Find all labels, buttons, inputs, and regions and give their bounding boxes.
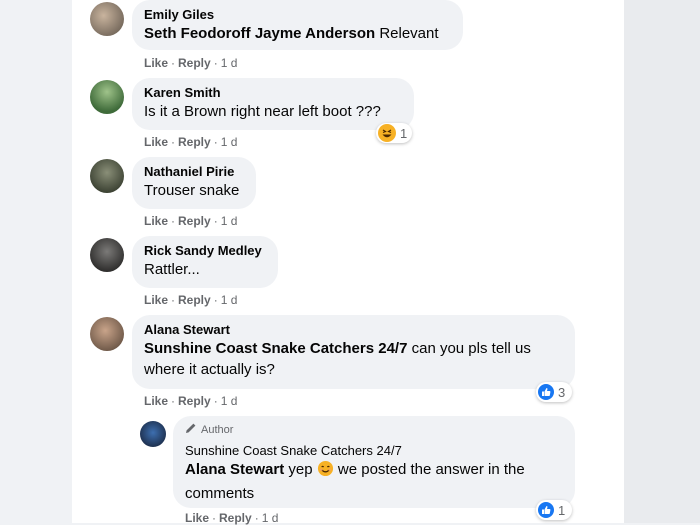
mention-link[interactable]: Sunshine Coast Snake Catchers 24/7 (144, 340, 407, 357)
comment-text: Rattler... (144, 261, 200, 278)
comment-bubble: Rick Sandy Medley Rattler... (132, 236, 278, 288)
comment-actions: Like · Reply · 1 d (144, 293, 238, 307)
reply-text-after: we posted the answer in the (333, 461, 525, 478)
author-label: Author (201, 424, 234, 436)
smiling-emoji-icon (317, 460, 334, 483)
avatar[interactable] (90, 2, 124, 36)
commenter-name[interactable]: Sunshine Coast Snake Catchers 24/7 (185, 442, 563, 459)
reaction-count: 1 (400, 125, 408, 141)
avatar[interactable] (90, 159, 124, 193)
reply-button[interactable]: Reply (178, 56, 211, 70)
avatar[interactable] (140, 421, 166, 447)
commenter-name[interactable]: Nathaniel Pirie (144, 163, 244, 180)
reaction-badge[interactable]: 3 (536, 382, 572, 402)
pencil-icon (185, 422, 197, 438)
comment-text: can you pls tell us (407, 340, 531, 357)
comment-actions: Like · Reply · 1 d (144, 214, 238, 228)
like-button[interactable]: Like (144, 56, 168, 70)
reaction-badge[interactable]: 1 (376, 123, 412, 143)
like-button[interactable]: Like (144, 394, 168, 408)
avatar[interactable] (90, 80, 124, 114)
right-gutter (624, 0, 700, 523)
reaction-count: 3 (558, 384, 566, 400)
comment-actions: Like · Reply · 1 d (144, 56, 238, 70)
comment-bubble: Karen Smith Is it a Brown right near lef… (132, 78, 414, 130)
reply-text-line2: comments (185, 485, 255, 502)
mention-link[interactable]: Alana Stewart (185, 461, 284, 478)
comment-bubble: Emily Giles Seth Feodoroff Jayme Anderso… (132, 0, 463, 50)
like-reaction-icon (538, 502, 554, 518)
comment-text: Relevant (375, 25, 439, 42)
reply-text: yep (284, 461, 317, 478)
like-button[interactable]: Like (144, 214, 168, 228)
avatar[interactable] (90, 317, 124, 351)
comment-actions: Like · Reply · 1 d (144, 394, 238, 408)
reply-button[interactable]: Reply (178, 214, 211, 228)
avatar[interactable] (90, 238, 124, 272)
commenter-name[interactable]: Emily Giles (144, 6, 451, 23)
commenter-name[interactable]: Alana Stewart (144, 321, 563, 338)
reply-button[interactable]: Reply (178, 293, 211, 307)
comment-text: Is it a Brown right near left boot ??? (144, 103, 381, 120)
comment-text: Trouser snake (144, 182, 240, 199)
comment-text-line2: where it actually is? (144, 361, 275, 378)
reaction-badge[interactable]: 1 (536, 500, 572, 520)
comment-actions: Like · Reply · 1 d (144, 135, 238, 149)
like-reaction-icon (538, 384, 554, 400)
timestamp[interactable]: 1 d (221, 394, 238, 408)
timestamp[interactable]: 1 d (221, 56, 238, 70)
reaction-count: 1 (558, 502, 566, 518)
commenter-name[interactable]: Karen Smith (144, 84, 402, 101)
timestamp[interactable]: 1 d (221, 135, 238, 149)
like-button[interactable]: Like (144, 293, 168, 307)
haha-reaction-icon (378, 124, 396, 142)
reply-button[interactable]: Reply (178, 135, 211, 149)
timestamp[interactable]: 1 d (221, 214, 238, 228)
commenter-name[interactable]: Rick Sandy Medley (144, 242, 266, 259)
mention-link[interactable]: Seth Feodoroff Jayme Anderson (144, 25, 375, 42)
like-button[interactable]: Like (144, 135, 168, 149)
comment-bubble: Nathaniel Pirie Trouser snake (132, 157, 256, 209)
reply-button[interactable]: Reply (178, 394, 211, 408)
comment-bubble: Alana Stewart Sunshine Coast Snake Catch… (132, 315, 575, 389)
comment-bubble: Author Sunshine Coast Snake Catchers 24/… (173, 416, 575, 508)
timestamp[interactable]: 1 d (221, 293, 238, 307)
author-badge: Author (185, 422, 563, 438)
